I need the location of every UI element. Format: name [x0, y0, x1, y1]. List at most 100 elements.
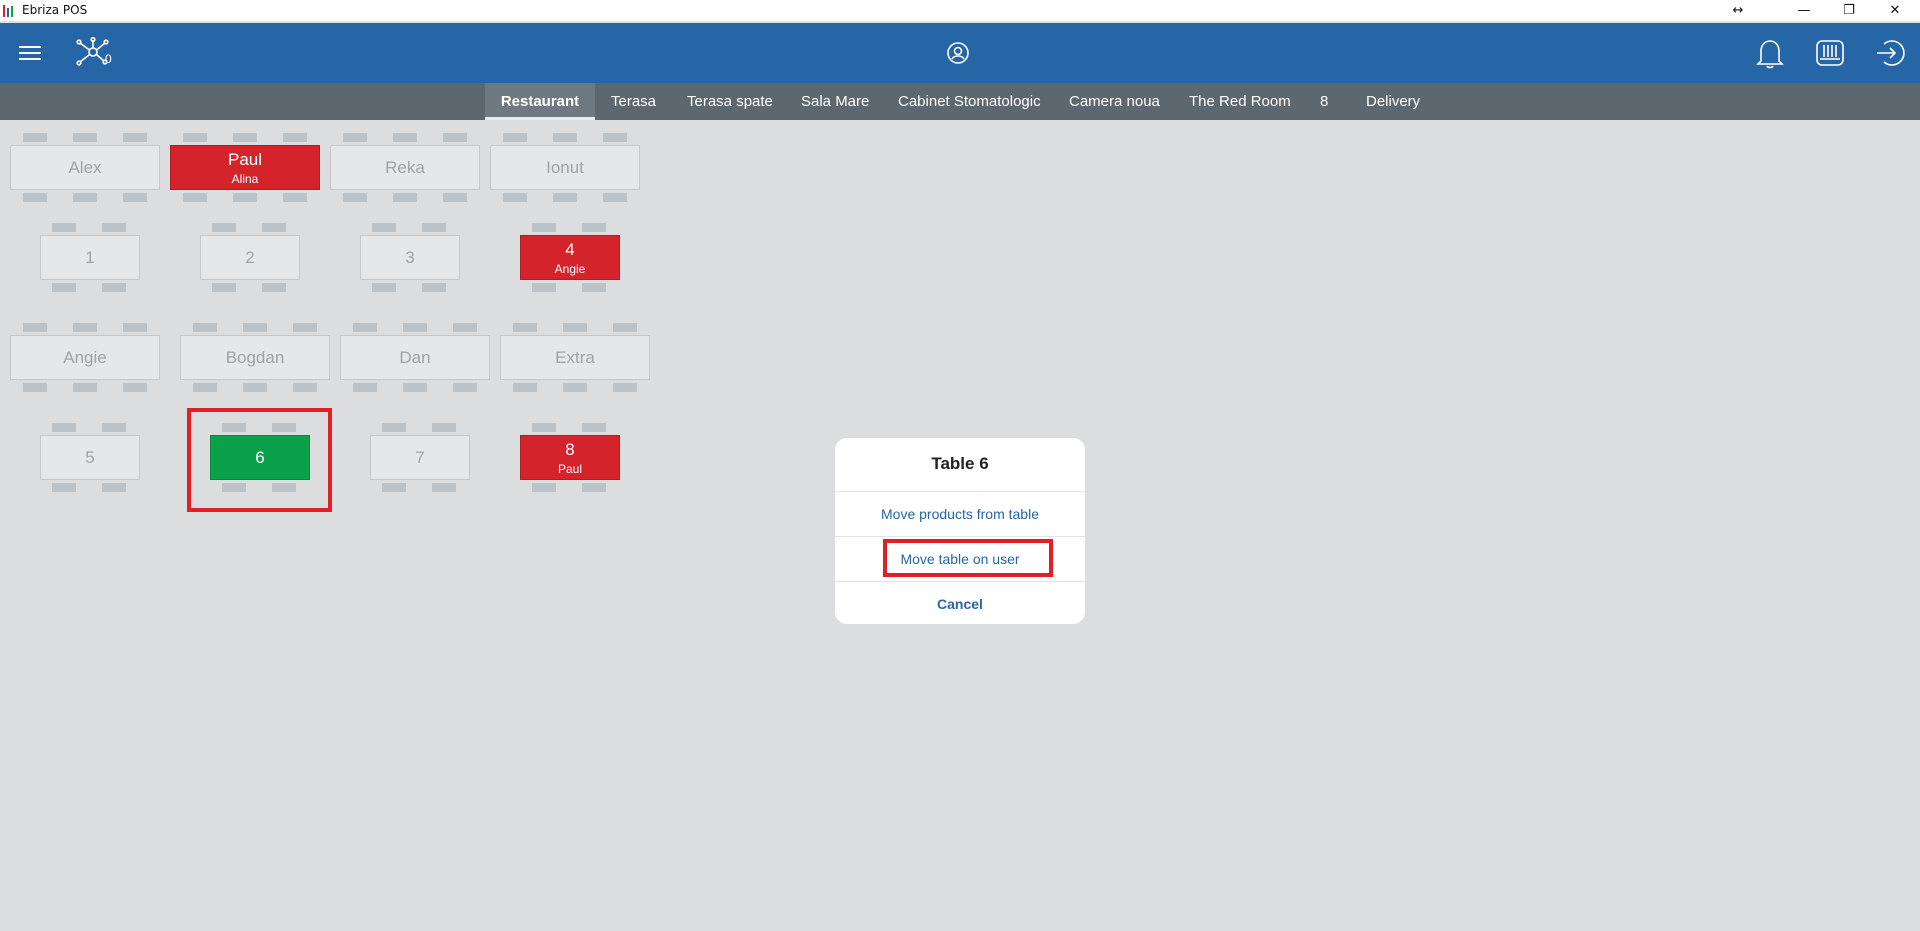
menu-icon[interactable] [15, 23, 45, 83]
chair [353, 383, 377, 392]
table-1[interactable]: 1 [40, 235, 140, 280]
chair [503, 133, 527, 142]
app-logo-icon [3, 5, 17, 17]
chair [73, 193, 97, 202]
chair [52, 423, 76, 432]
logout-icon[interactable] [1873, 23, 1907, 83]
chair [23, 323, 47, 332]
chair [603, 133, 627, 142]
tab-terasa[interactable]: Terasa [611, 83, 656, 120]
table-angie[interactable]: Angie [10, 335, 160, 380]
chair [563, 323, 587, 332]
chair [283, 193, 307, 202]
move-products-button[interactable]: Move products from table [835, 491, 1085, 536]
chair [532, 223, 556, 232]
chair [553, 193, 577, 202]
chair [393, 133, 417, 142]
chair [513, 323, 537, 332]
table-8[interactable]: 8 Paul [520, 435, 620, 480]
table-extra[interactable]: Extra [500, 335, 650, 380]
chair [212, 223, 236, 232]
chair [532, 423, 556, 432]
chair [353, 323, 377, 332]
room-tabs: Restaurant Terasa Terasa spate Sala Mare… [0, 83, 1920, 120]
chair [293, 323, 317, 332]
tab-cabinet-stomatologic[interactable]: Cabinet Stomatologic [898, 83, 1041, 120]
dialog-title: Table 6 [931, 454, 989, 473]
table-bogdan[interactable]: Bogdan [180, 335, 330, 380]
chair [422, 223, 446, 232]
table-actions-dialog: Table 6 Move products from table Move ta… [835, 438, 1085, 624]
chair [382, 423, 406, 432]
chair [243, 383, 267, 392]
chair [393, 193, 417, 202]
tab-the-red-room[interactable]: The Red Room [1189, 83, 1291, 120]
chair [193, 383, 217, 392]
table-reka[interactable]: Reka [330, 145, 480, 190]
restore-button[interactable]: ❐ [1826, 0, 1872, 22]
table-3[interactable]: 3 [360, 235, 460, 280]
chair [123, 133, 147, 142]
chair [23, 193, 47, 202]
chair [582, 483, 606, 492]
chair [102, 483, 126, 492]
table-6-highlight [187, 408, 332, 512]
table-dan[interactable]: Dan [340, 335, 490, 380]
table-7[interactable]: 7 [370, 435, 470, 480]
table-alex[interactable]: Alex [10, 145, 160, 190]
chair [422, 283, 446, 292]
bell-icon[interactable] [1753, 23, 1787, 83]
chair [372, 283, 396, 292]
chair [432, 483, 456, 492]
cancel-button[interactable]: Cancel [835, 581, 1085, 624]
chair [183, 193, 207, 202]
tab-terasa-spate[interactable]: Terasa spate [687, 83, 773, 120]
chair [532, 283, 556, 292]
chair [123, 383, 147, 392]
table-2[interactable]: 2 [200, 235, 300, 280]
chair [582, 423, 606, 432]
tab-camera-noua[interactable]: Camera noua [1069, 83, 1160, 120]
table-paul[interactable]: Paul Alina [170, 145, 320, 190]
chair [23, 383, 47, 392]
table-5[interactable]: 5 [40, 435, 140, 480]
chair [293, 383, 317, 392]
resize-icon[interactable]: ↔ [1715, 0, 1761, 22]
chair [123, 323, 147, 332]
window-titlebar: Ebriza POS ↔ — ❐ ✕ [0, 0, 1920, 22]
chair [532, 483, 556, 492]
tab-delivery[interactable]: Delivery [1366, 83, 1420, 120]
tab-restaurant[interactable]: Restaurant [485, 83, 595, 120]
table-ionut[interactable]: Ionut [490, 145, 640, 190]
chair [343, 133, 367, 142]
chair [582, 283, 606, 292]
chair [73, 323, 97, 332]
close-button[interactable]: ✕ [1872, 0, 1918, 22]
chair [233, 193, 257, 202]
chair [603, 193, 627, 202]
network-icon[interactable]: 0 [72, 23, 118, 83]
chair [233, 133, 257, 142]
app-header: 0 [0, 23, 1920, 83]
user-circle-icon[interactable] [944, 23, 972, 83]
minimize-button[interactable]: — [1781, 0, 1827, 22]
chair [73, 383, 97, 392]
chair [613, 383, 637, 392]
move-table-highlight [883, 539, 1053, 577]
chair [52, 283, 76, 292]
chair [513, 383, 537, 392]
chair [443, 193, 467, 202]
chair [243, 323, 267, 332]
chair [102, 223, 126, 232]
tab-8[interactable]: 8 [1320, 83, 1328, 120]
chair [262, 223, 286, 232]
drawer-icon[interactable] [1813, 23, 1847, 83]
chair [262, 283, 286, 292]
chair [443, 133, 467, 142]
chair [343, 193, 367, 202]
table-4[interactable]: 4 Angie [520, 235, 620, 280]
chair [432, 423, 456, 432]
window-title: Ebriza POS [22, 3, 88, 17]
chair [372, 223, 396, 232]
tab-sala-mare[interactable]: Sala Mare [801, 83, 869, 120]
